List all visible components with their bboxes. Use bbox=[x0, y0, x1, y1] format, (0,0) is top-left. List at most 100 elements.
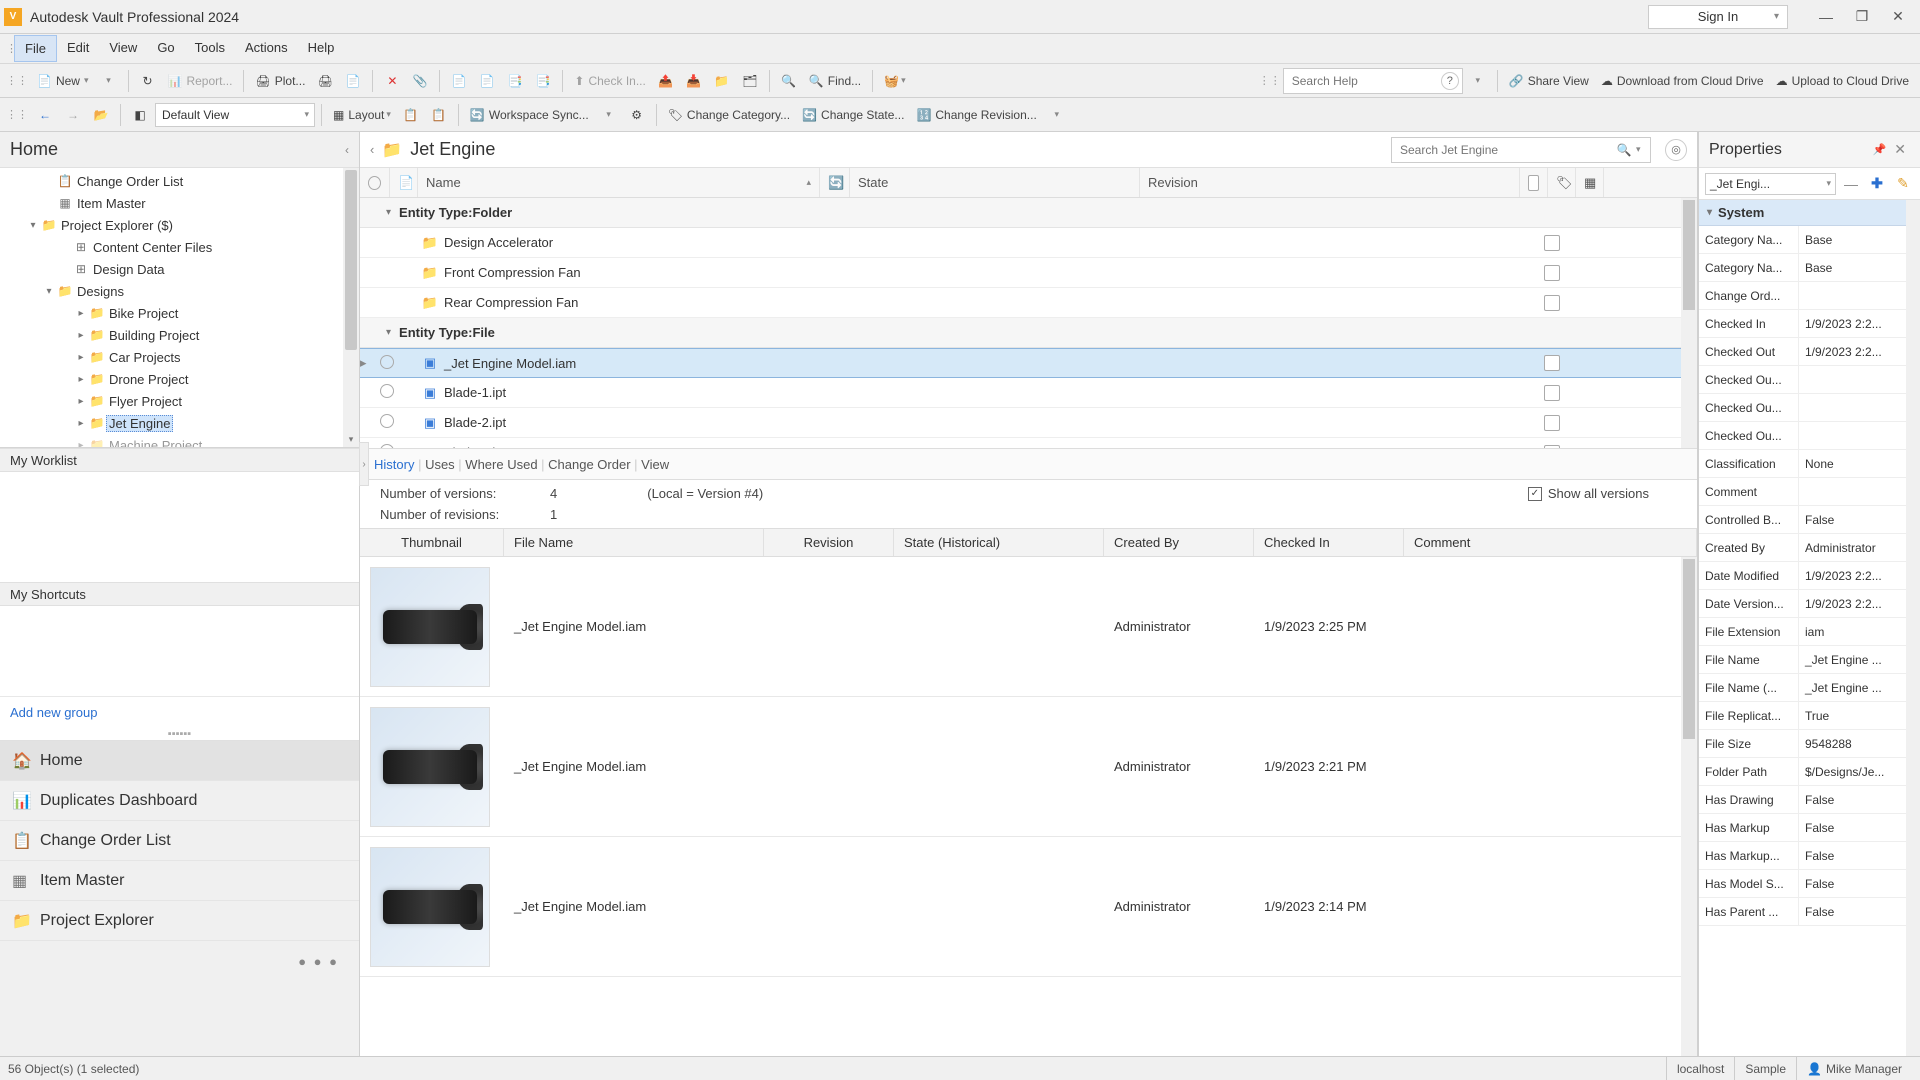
edit-prop-button[interactable]: ✎ bbox=[1892, 173, 1914, 195]
tree-node-9[interactable]: ▸📁Drone Project bbox=[0, 368, 359, 390]
tree-node-2[interactable]: ▾📁Project Explorer ($) bbox=[0, 214, 359, 236]
goto-button[interactable]: 🔍 bbox=[776, 68, 802, 94]
menu-help[interactable]: Help bbox=[298, 35, 345, 62]
close-button[interactable]: ✕ bbox=[1880, 3, 1916, 31]
col-tag[interactable]: 🏷 bbox=[1548, 168, 1576, 197]
view-dropdown[interactable]: Default View bbox=[155, 103, 315, 127]
menu-tools[interactable]: Tools bbox=[185, 35, 235, 62]
splitter-dots[interactable]: ▪▪▪▪▪▪ bbox=[0, 728, 359, 741]
add-group-link[interactable]: Add new group bbox=[0, 696, 359, 728]
prop-row[interactable]: Checked Ou... bbox=[1699, 422, 1920, 450]
tree-node-3[interactable]: ⊞Content Center Files bbox=[0, 236, 359, 258]
file-row[interactable]: ▣Blade-1.ipt bbox=[360, 378, 1697, 408]
prop-row[interactable]: File Name_Jet Engine ... bbox=[1699, 646, 1920, 674]
prop-row[interactable]: Has Markup...False bbox=[1699, 842, 1920, 870]
tree-node-8[interactable]: ▸📁Car Projects bbox=[0, 346, 359, 368]
print-button[interactable]: 🖨 bbox=[312, 68, 338, 94]
menu-edit[interactable]: Edit bbox=[57, 35, 99, 62]
pin-icon[interactable]: 📌 bbox=[1869, 143, 1891, 156]
change-state-button[interactable]: 🔄Change State... bbox=[797, 102, 909, 128]
grid-scrollbar[interactable] bbox=[1681, 198, 1697, 448]
minimize-button[interactable]: — bbox=[1808, 3, 1844, 31]
check-in-button[interactable]: ⬆Check In... bbox=[569, 68, 650, 94]
tree-node-12[interactable]: ▸📁Machine Project bbox=[0, 434, 359, 448]
report-button[interactable]: 📊Report... bbox=[163, 68, 238, 94]
nav-more-button[interactable]: ● ● ● bbox=[0, 941, 359, 981]
copy-design-button[interactable]: 🗂 bbox=[737, 68, 763, 94]
tree-node-11[interactable]: ▸📁Jet Engine bbox=[0, 412, 359, 434]
doc4-button[interactable]: 📑 bbox=[530, 68, 556, 94]
hcol-createdby[interactable]: Created By bbox=[1104, 529, 1254, 556]
col-state[interactable]: State bbox=[850, 168, 1140, 197]
tab-change-order[interactable]: Change Order bbox=[548, 457, 630, 472]
maximize-button[interactable]: ❐ bbox=[1844, 3, 1880, 31]
prop-row[interactable]: Folder Path$/Designs/Je... bbox=[1699, 758, 1920, 786]
file-row[interactable]: ▣Blade-2.ipt bbox=[360, 408, 1697, 438]
prop-row[interactable]: Controlled B...False bbox=[1699, 506, 1920, 534]
new-dropdown[interactable]: ▾ bbox=[96, 68, 122, 94]
prop-row[interactable]: File Extensioniam bbox=[1699, 618, 1920, 646]
prop-row[interactable]: Category Na...Base bbox=[1699, 254, 1920, 282]
nav-change-order-list[interactable]: 📋Change Order List bbox=[0, 821, 359, 861]
print-preview-button[interactable]: 📄 bbox=[340, 68, 366, 94]
ws-dropdown[interactable]: ▾ bbox=[596, 102, 622, 128]
tree-node-6[interactable]: ▸📁Bike Project bbox=[0, 302, 359, 324]
prop-row[interactable]: Has MarkupFalse bbox=[1699, 814, 1920, 842]
status-column-icon[interactable] bbox=[368, 176, 381, 190]
menu-go[interactable]: Go bbox=[147, 35, 184, 62]
menu-view[interactable]: View bbox=[99, 35, 147, 62]
search-folder-input[interactable] bbox=[1392, 143, 1612, 157]
download-cloud-button[interactable]: ☁Download from Cloud Drive bbox=[1596, 68, 1769, 94]
nav-duplicates-dashboard[interactable]: 📊Duplicates Dashboard bbox=[0, 781, 359, 821]
tree-node-4[interactable]: ⊞Design Data bbox=[0, 258, 359, 280]
history-row[interactable]: _Jet Engine Model.iamAdministrator1/9/20… bbox=[360, 697, 1697, 837]
prop-row[interactable]: Comment bbox=[1699, 478, 1920, 506]
history-scrollbar[interactable] bbox=[1681, 557, 1697, 1056]
panel-toggle-button[interactable]: ◧ bbox=[127, 102, 153, 128]
refresh-button[interactable]: ↻ bbox=[135, 68, 161, 94]
folder-row[interactable]: 📁Rear Compression Fan bbox=[360, 288, 1697, 318]
hcol-state[interactable]: State (Historical) bbox=[894, 529, 1104, 556]
nav-home[interactable]: 🏠Home bbox=[0, 741, 359, 781]
folder-row[interactable]: 📁Design Accelerator bbox=[360, 228, 1697, 258]
ws-settings-button[interactable]: ⚙ bbox=[624, 102, 650, 128]
worklist-header[interactable]: My Worklist bbox=[0, 448, 359, 472]
prop-row[interactable]: Category Na...Base bbox=[1699, 226, 1920, 254]
col-chk1[interactable] bbox=[1520, 168, 1548, 197]
forward-button[interactable]: → bbox=[60, 102, 86, 128]
tree-node-0[interactable]: 📋Change Order List bbox=[0, 170, 359, 192]
prop-row[interactable]: File Size9548288 bbox=[1699, 730, 1920, 758]
hcol-comment[interactable]: Comment bbox=[1404, 529, 1697, 556]
help-icon[interactable]: ? bbox=[1441, 72, 1459, 90]
doc1-button[interactable]: 📄 bbox=[446, 68, 472, 94]
basket-button[interactable]: 🧺▾ bbox=[879, 68, 910, 94]
history-row[interactable]: _Jet Engine Model.iamAdministrator1/9/20… bbox=[360, 837, 1697, 977]
plot-button[interactable]: 🖨Plot... bbox=[250, 68, 310, 94]
menu-file[interactable]: File bbox=[14, 35, 57, 62]
history-row[interactable]: _Jet Engine Model.iamAdministrator1/9/20… bbox=[360, 557, 1697, 697]
prop-row[interactable]: Created ByAdministrator bbox=[1699, 534, 1920, 562]
share-view-button[interactable]: 🔗Share View bbox=[1504, 68, 1594, 94]
prop-row[interactable]: Change Ord... bbox=[1699, 282, 1920, 310]
up-button[interactable]: 📂 bbox=[88, 102, 114, 128]
prop-row[interactable]: Checked Out1/9/2023 2:2... bbox=[1699, 338, 1920, 366]
folder-row[interactable]: 📁Front Compression Fan bbox=[360, 258, 1697, 288]
property-selector[interactable]: _Jet Engi... bbox=[1705, 173, 1836, 195]
collapse-left-icon[interactable]: ‹ bbox=[345, 143, 349, 157]
nav-item-master[interactable]: ▦Item Master bbox=[0, 861, 359, 901]
prop-row[interactable]: Date Modified1/9/2023 2:2... bbox=[1699, 562, 1920, 590]
group-file-row[interactable]: ▾Entity Type:File bbox=[360, 318, 1697, 348]
tab-uses[interactable]: Uses bbox=[425, 457, 455, 472]
get-button[interactable]: 📁 bbox=[709, 68, 735, 94]
view-settings-icon[interactable]: ◎ bbox=[1665, 139, 1687, 161]
expand-handle-icon[interactable]: ‹ bbox=[370, 142, 374, 157]
prop-row[interactable]: Checked In1/9/2023 2:2... bbox=[1699, 310, 1920, 338]
search-dropdown-icon[interactable]: ▾ bbox=[1636, 144, 1650, 155]
rev-dropdown[interactable]: ▾ bbox=[1044, 102, 1070, 128]
back-button[interactable]: ← bbox=[32, 102, 58, 128]
sign-in-dropdown[interactable]: Sign In bbox=[1648, 5, 1788, 29]
tree-scrollbar[interactable]: ▴▾ bbox=[343, 168, 359, 447]
col-grid-icon[interactable]: ▦ bbox=[1576, 168, 1604, 197]
change-category-button[interactable]: 🏷Change Category... bbox=[663, 102, 795, 128]
close-panel-icon[interactable]: ✕ bbox=[1890, 141, 1910, 158]
